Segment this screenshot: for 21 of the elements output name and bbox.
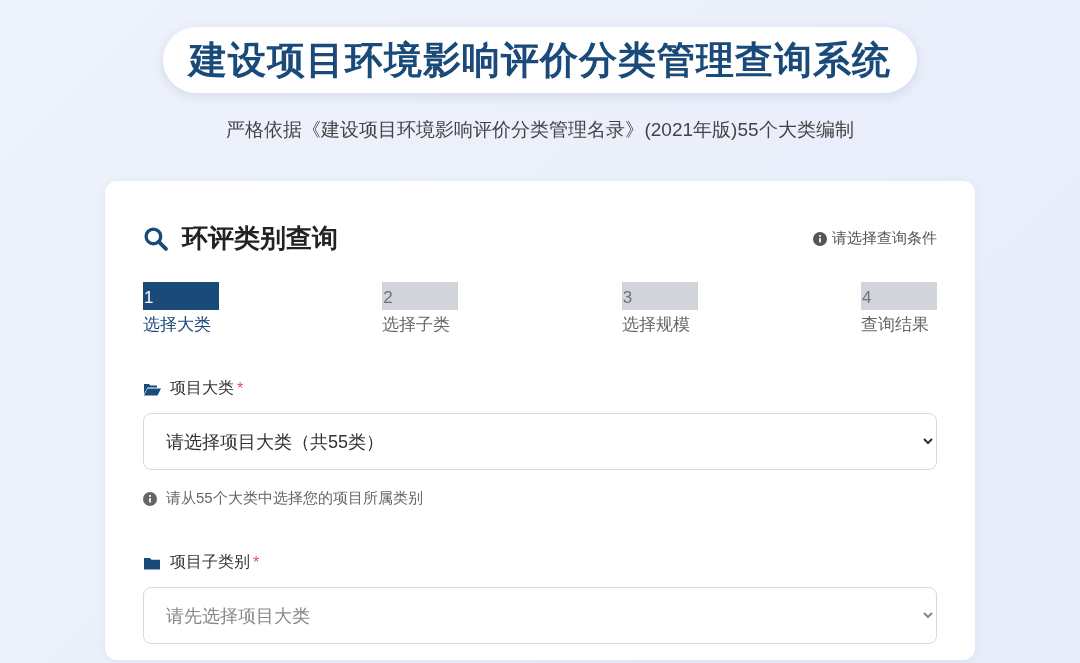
- field-label: 项目子类别: [170, 552, 250, 572]
- help-text: 请从55个大类中选择您的项目所属类别: [166, 489, 423, 508]
- select-field[interactable]: 请选择项目大类（共55类）: [143, 413, 937, 470]
- required-mark: *: [253, 553, 260, 572]
- search-icon: [143, 226, 168, 251]
- step-label: 选择规模: [621, 314, 691, 336]
- hint-text: 请选择查询条件: [832, 229, 937, 248]
- step-label: 查询结果: [861, 314, 930, 336]
- card-heading: 环评类别查询: [182, 222, 338, 255]
- info-icon: [813, 231, 827, 246]
- step-label: 选择子类: [382, 314, 452, 336]
- step-number[interactable]: 3: [621, 282, 698, 310]
- required-mark: *: [237, 379, 244, 398]
- step-number[interactable]: 1: [143, 282, 219, 310]
- step-number[interactable]: 4: [861, 282, 937, 310]
- info-icon: [143, 491, 157, 506]
- field-label: 项目大类: [170, 378, 234, 398]
- page-subtitle: 严格依据《建设项目环境影响评价分类管理名录》(2021年版)55个大类编制: [226, 118, 854, 142]
- step-number[interactable]: 2: [382, 282, 459, 310]
- step-label: 选择大类: [143, 314, 212, 336]
- page-title: 建设项目环境影响评价分类管理查询系统: [163, 27, 917, 93]
